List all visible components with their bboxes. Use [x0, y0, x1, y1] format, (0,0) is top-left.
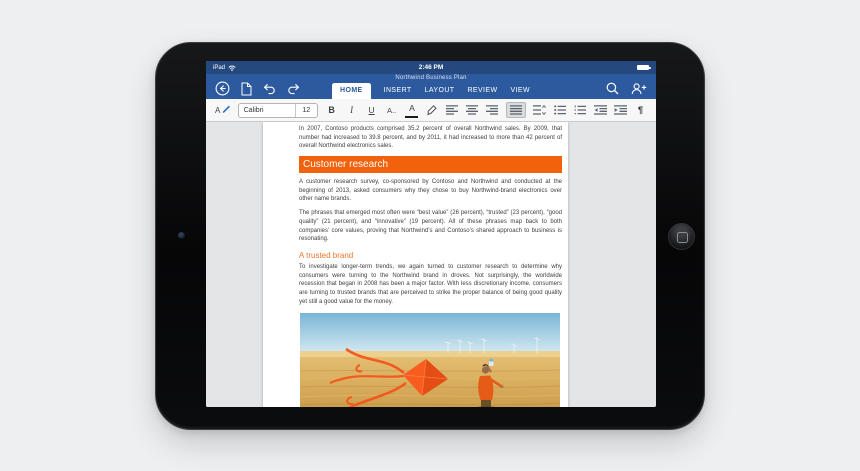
bullet-list-icon — [553, 105, 566, 115]
formatting-toolbar: A Calibri 12 B I U A.. A ¶ — [206, 99, 656, 122]
align-center-icon — [466, 105, 479, 115]
bold-button[interactable]: B — [325, 102, 338, 118]
ipad-screen: iPad 2:46 PM Northwind Business Plan HOM… — [206, 61, 656, 407]
document-page[interactable]: In 2007, Contoso products comprised 35.2… — [263, 122, 568, 407]
search-button[interactable] — [606, 82, 619, 95]
paragraph[interactable]: A customer research survey, co-sponsored… — [299, 178, 562, 204]
ribbon-tabs: HOME INSERT LAYOUT REVIEW VIEW — [332, 83, 530, 99]
tab-home[interactable]: HOME — [332, 83, 371, 99]
ipad-frame: iPad 2:46 PM Northwind Business Plan HOM… — [155, 42, 705, 430]
numbered-list-icon — [574, 105, 586, 115]
document-canvas: In 2007, Contoso products comprised 35.2… — [206, 122, 656, 407]
format-painter-button[interactable]: A — [215, 102, 231, 118]
tab-review[interactable]: REVIEW — [467, 87, 497, 99]
justify-icon — [509, 105, 522, 115]
search-icon — [606, 82, 619, 95]
justify-button[interactable] — [505, 102, 526, 118]
document-photo[interactable] — [300, 313, 560, 407]
battery-icon — [637, 64, 651, 71]
status-bar: iPad 2:46 PM — [206, 61, 656, 74]
front-camera — [178, 232, 185, 239]
numbered-list-button[interactable] — [573, 102, 586, 118]
decrease-indent-icon — [593, 105, 607, 115]
heading-a-trusted-brand[interactable]: A trusted brand — [299, 251, 562, 260]
paragraph[interactable]: To investigate longer-term trends, we ag… — [299, 263, 562, 306]
back-icon — [215, 81, 230, 96]
paragraph[interactable]: In 2007, Contoso products comprised 35.2… — [299, 125, 562, 151]
underline-button[interactable]: U — [365, 102, 378, 118]
tab-view[interactable]: VIEW — [510, 87, 530, 99]
heading-customer-research[interactable]: Customer research — [299, 156, 562, 174]
title-bar: Northwind Business Plan HOME INSERT LAYO… — [206, 74, 656, 99]
line-spacing-button[interactable] — [533, 102, 547, 118]
font-controls: Calibri 12 — [237, 102, 318, 118]
align-left-button[interactable] — [446, 102, 459, 118]
align-right-button[interactable] — [486, 102, 499, 118]
align-center-button[interactable] — [466, 102, 479, 118]
tab-insert[interactable]: INSERT — [384, 87, 412, 99]
desktop-background: iPad 2:46 PM Northwind Business Plan HOM… — [0, 0, 860, 471]
highlighter-icon — [427, 104, 438, 115]
align-left-icon — [446, 105, 459, 115]
highlight-button[interactable] — [425, 102, 438, 118]
undo-button[interactable] — [263, 83, 276, 95]
home-button[interactable] — [668, 223, 695, 250]
add-person-icon — [631, 82, 647, 94]
bullet-list-button[interactable] — [553, 102, 566, 118]
paragraph[interactable]: The phrases that emerged most often were… — [299, 209, 562, 244]
redo-button[interactable] — [287, 83, 300, 95]
align-right-icon — [486, 105, 499, 115]
new-document-icon — [241, 82, 252, 95]
increase-indent-icon — [613, 105, 627, 115]
font-size-select[interactable]: 12 — [294, 103, 317, 117]
pen-icon — [222, 105, 231, 113]
share-button[interactable] — [631, 82, 647, 95]
font-color-button[interactable]: A — [405, 102, 419, 118]
clock: 2:46 PM — [418, 64, 444, 71]
back-button[interactable] — [215, 81, 230, 96]
undo-icon — [263, 83, 275, 94]
italic-button[interactable]: I — [345, 102, 358, 118]
text-effects-button[interactable]: A.. — [385, 102, 398, 118]
new-document-button[interactable] — [241, 82, 252, 96]
decrease-indent-button[interactable] — [593, 102, 607, 118]
paragraph-marks-button[interactable]: ¶ — [634, 102, 647, 118]
increase-indent-button[interactable] — [613, 102, 627, 118]
redo-icon — [288, 83, 300, 94]
line-spacing-icon — [533, 105, 547, 115]
tab-layout[interactable]: LAYOUT — [425, 87, 455, 99]
font-name-select[interactable]: Calibri — [239, 104, 295, 117]
